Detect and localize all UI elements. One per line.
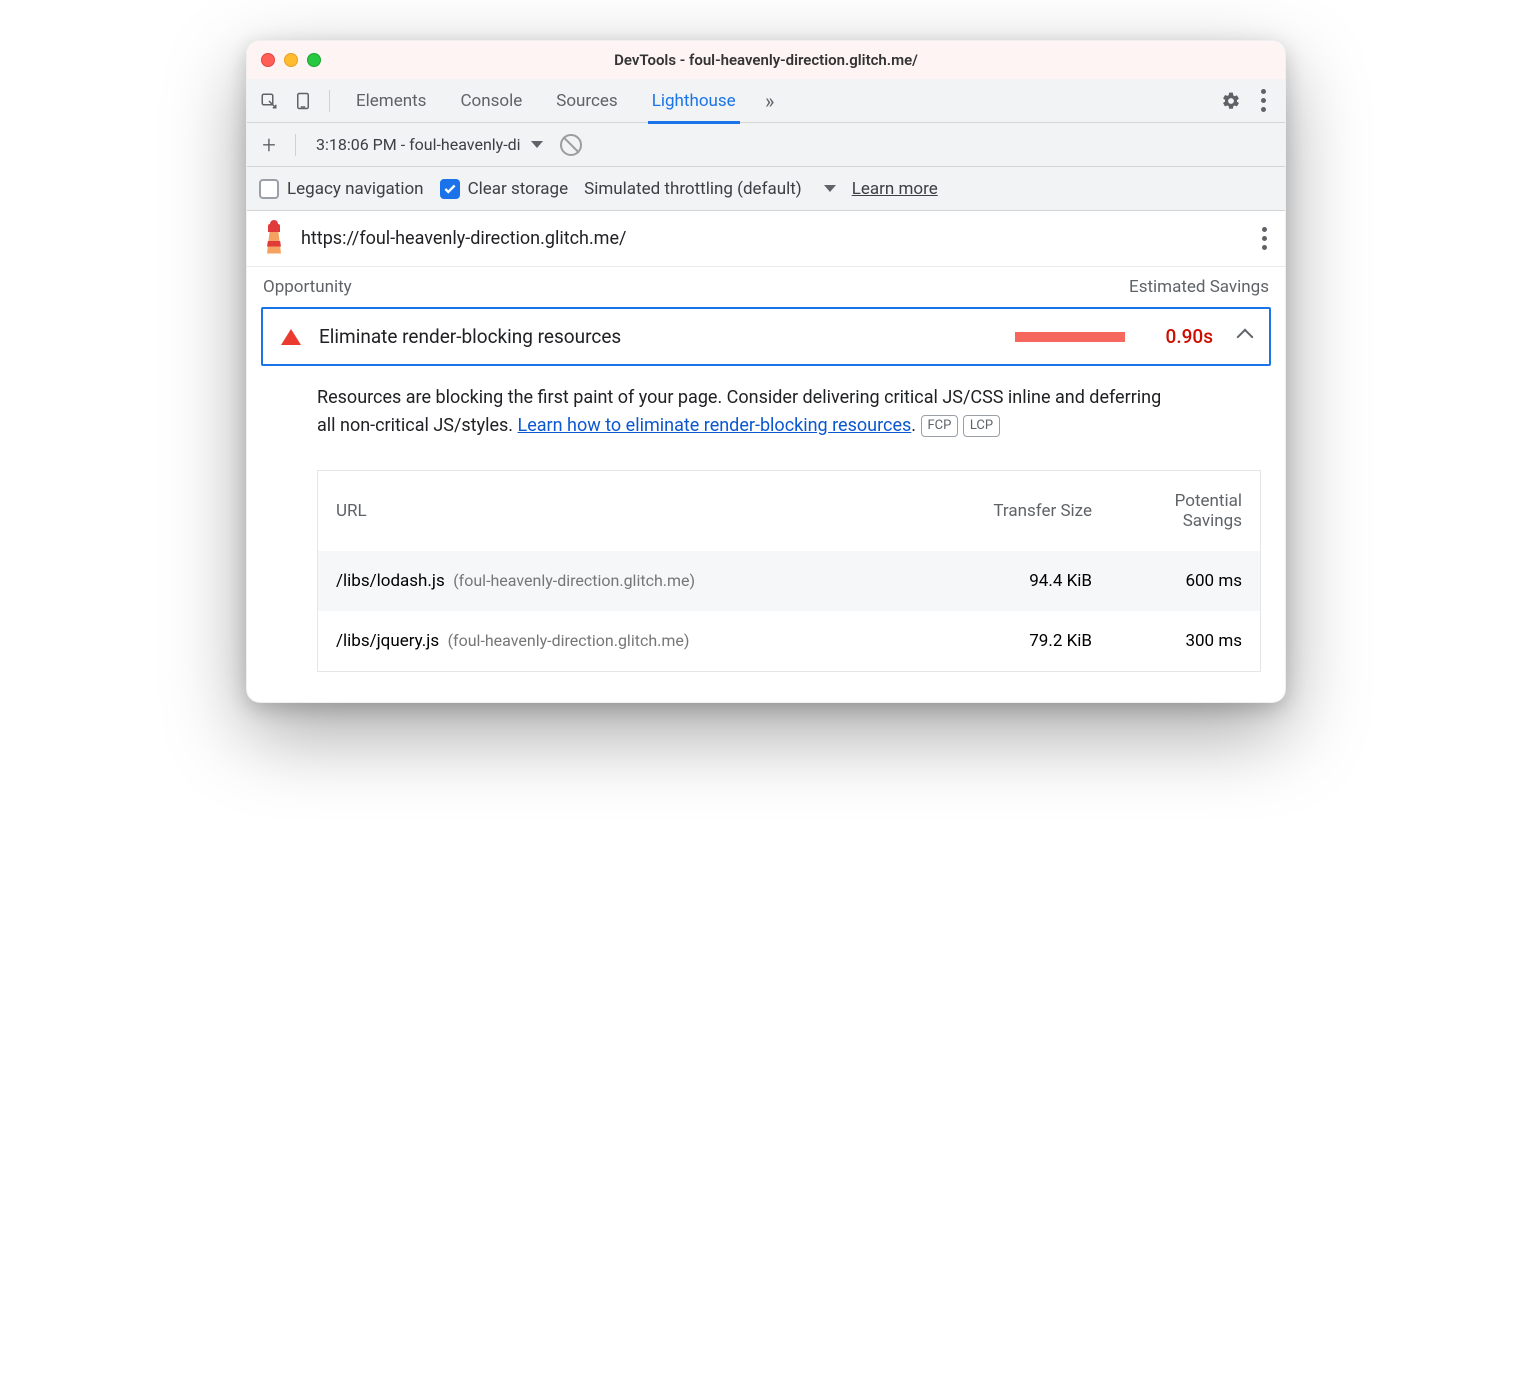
resource-path: /libs/jquery.js: [336, 631, 439, 651]
titlebar: DevTools - foul-heavenly-direction.glitc…: [247, 41, 1285, 79]
savings-value: 0.90s: [1143, 325, 1213, 348]
throttling-dropdown[interactable]: Simulated throttling (default): [584, 179, 836, 199]
resource-host: (foul-heavenly-direction.glitch.me): [453, 571, 695, 590]
opportunity-description: Resources are blocking the first paint o…: [247, 366, 1187, 450]
cell-savings: 300 ms: [1110, 611, 1260, 671]
report-dropdown[interactable]: 3:18:06 PM - foul-heavenly-di: [308, 130, 551, 160]
learn-more-link[interactable]: Learn more: [852, 179, 938, 199]
tab-elements[interactable]: Elements: [342, 79, 440, 123]
settings-icon[interactable]: [1217, 87, 1245, 115]
opportunity-learn-link[interactable]: Learn how to eliminate render-blocking r…: [518, 415, 912, 436]
cell-url: /libs/jquery.js (foul-heavenly-direction…: [318, 611, 960, 671]
report-url-row: https://foul-heavenly-direction.glitch.m…: [247, 211, 1285, 267]
separator: [295, 134, 296, 156]
table-row: /libs/lodash.js (foul-heavenly-direction…: [318, 551, 1260, 611]
resource-host: (foul-heavenly-direction.glitch.me): [448, 631, 690, 650]
fcp-badge: FCP: [921, 415, 959, 437]
device-toolbar-icon[interactable]: [289, 87, 317, 115]
savings-bar: [1015, 332, 1125, 342]
lighthouse-icon: [261, 224, 287, 254]
report-dropdown-label: 3:18:06 PM - foul-heavenly-di: [316, 135, 521, 154]
resources-table: URL Transfer Size Potential Savings /lib…: [317, 470, 1261, 672]
opportunity-item[interactable]: Eliminate render-blocking resources 0.90…: [261, 307, 1271, 366]
more-tabs-icon[interactable]: »: [756, 87, 784, 115]
tab-label: Elements: [356, 91, 426, 111]
clear-icon: [560, 134, 582, 156]
report-menu-icon[interactable]: [1256, 221, 1273, 256]
devtools-window: DevTools - foul-heavenly-direction.glitc…: [246, 40, 1286, 703]
tab-console[interactable]: Console: [446, 79, 536, 123]
lighthouse-toolbar: + 3:18:06 PM - foul-heavenly-di: [247, 123, 1285, 167]
inspect-element-icon[interactable]: [255, 87, 283, 115]
estimated-savings-heading: Estimated Savings: [1129, 277, 1269, 297]
clear-all-button[interactable]: [557, 131, 585, 159]
tab-lighthouse[interactable]: Lighthouse: [638, 79, 750, 123]
checkbox-icon: [440, 179, 460, 199]
opportunity-desc-post: .: [911, 415, 916, 436]
cell-url: /libs/lodash.js (foul-heavenly-direction…: [318, 551, 960, 611]
clear-storage-label: Clear storage: [468, 179, 569, 199]
fail-triangle-icon: [281, 329, 301, 345]
opportunity-heading: Opportunity: [263, 277, 352, 297]
col-transfer-size: Transfer Size: [960, 481, 1110, 541]
opportunity-header: Opportunity Estimated Savings: [247, 267, 1285, 307]
clear-storage-checkbox[interactable]: Clear storage: [440, 179, 569, 199]
cell-size: 94.4 KiB: [960, 551, 1110, 611]
resource-path: /libs/lodash.js: [336, 571, 445, 591]
chevron-down-icon: [824, 185, 836, 192]
tab-label: Console: [460, 91, 522, 111]
checkbox-icon: [259, 179, 279, 199]
legacy-navigation-checkbox[interactable]: Legacy navigation: [259, 179, 424, 199]
tab-label: Sources: [556, 91, 617, 111]
chevron-up-icon: [1237, 328, 1254, 345]
separator: [329, 90, 330, 112]
tab-sources[interactable]: Sources: [542, 79, 631, 123]
legacy-navigation-label: Legacy navigation: [287, 179, 424, 199]
kebab-menu-icon[interactable]: [1249, 87, 1277, 115]
cell-size: 79.2 KiB: [960, 611, 1110, 671]
throttling-label: Simulated throttling (default): [584, 179, 802, 199]
table-header-row: URL Transfer Size Potential Savings: [318, 471, 1260, 551]
col-potential-savings: Potential Savings: [1110, 471, 1260, 551]
window-title: DevTools - foul-heavenly-direction.glitc…: [247, 51, 1285, 69]
tab-label: Lighthouse: [652, 91, 736, 111]
new-report-button[interactable]: +: [255, 131, 283, 159]
lighthouse-options: Legacy navigation Clear storage Simulate…: [247, 167, 1285, 211]
main-tabstrip: Elements Console Sources Lighthouse »: [247, 79, 1285, 123]
cell-savings: 600 ms: [1110, 551, 1260, 611]
lcp-badge: LCP: [963, 415, 1000, 437]
report-url: https://foul-heavenly-direction.glitch.m…: [301, 228, 626, 249]
col-url: URL: [318, 481, 960, 541]
opportunity-title: Eliminate render-blocking resources: [319, 325, 621, 348]
chevron-down-icon: [531, 141, 543, 148]
table-row: /libs/jquery.js (foul-heavenly-direction…: [318, 611, 1260, 671]
